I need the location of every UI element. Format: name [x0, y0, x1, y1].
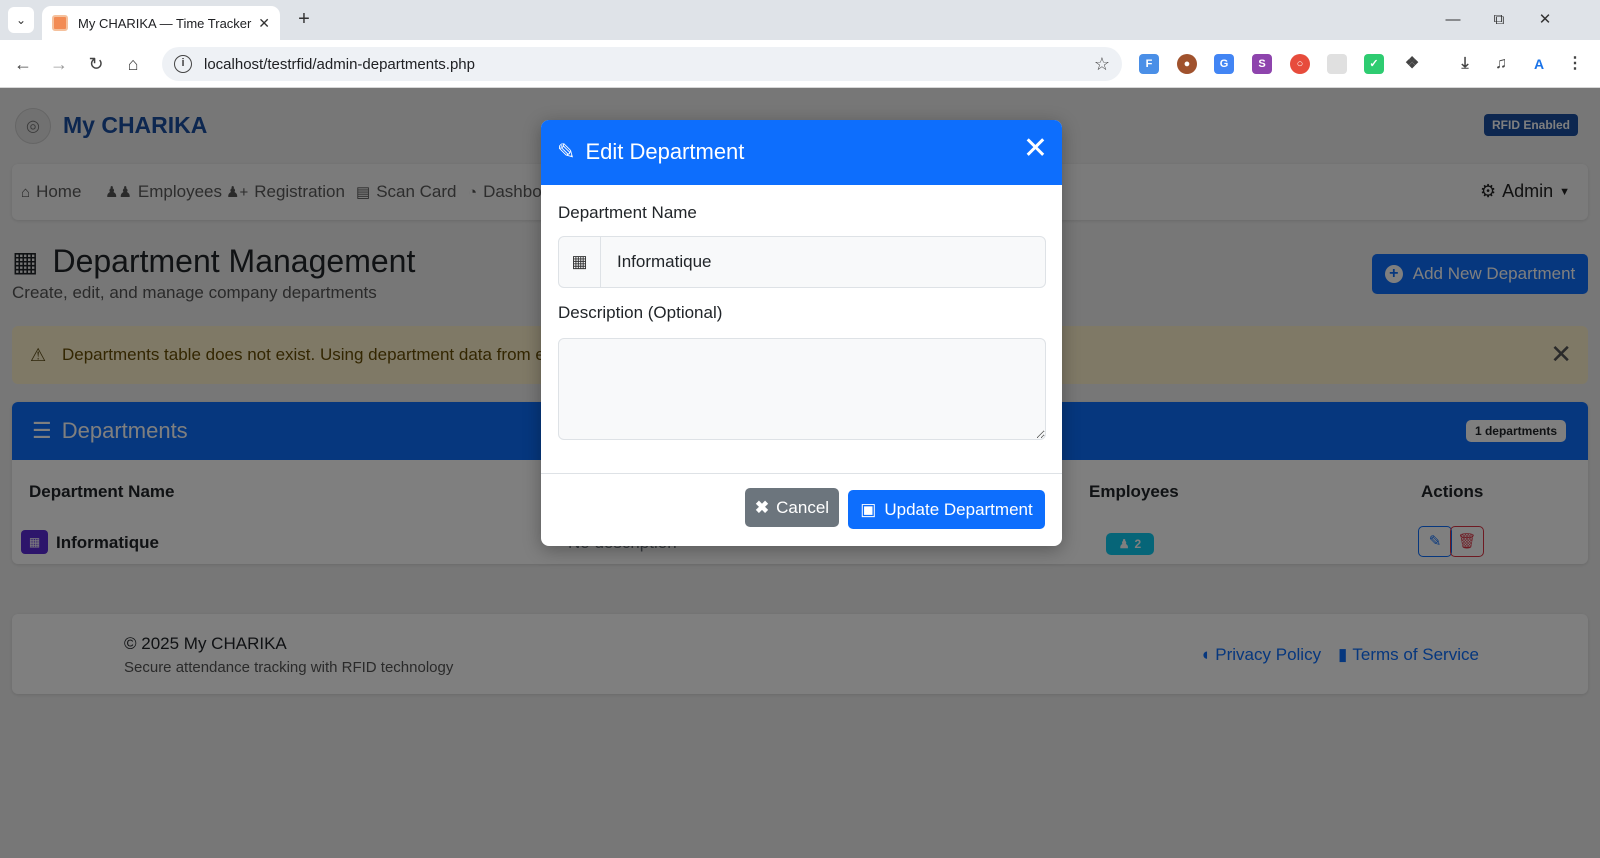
x-icon: ✖ — [754, 497, 770, 517]
url-text[interactable]: localhost/testrfid/admin-departments.php — [204, 56, 1094, 73]
download-icon[interactable]: ⤓ — [1455, 54, 1475, 74]
back-icon[interactable]: ← — [11, 52, 35, 76]
omnibox[interactable]: i localhost/testrfid/admin-departments.p… — [162, 47, 1122, 81]
edit-icon: ✎ — [557, 139, 576, 164]
address-bar-row: ← → ↻ ⌂ i localhost/testrfid/admin-depar… — [0, 40, 1600, 88]
s-extension-icon[interactable]: S — [1252, 54, 1272, 74]
cookie-extension-icon[interactable]: ● — [1177, 54, 1197, 74]
bookmark-star-icon[interactable]: ☆ — [1094, 54, 1110, 75]
extension-icon[interactable]: F — [1139, 54, 1159, 74]
restore-icon[interactable]: ⧉ — [1476, 6, 1522, 34]
description-label: Description (Optional) — [558, 303, 723, 322]
tab-favicon-icon — [52, 15, 68, 31]
modal-close-icon[interactable]: ✕ — [1023, 134, 1048, 164]
home-browser-icon[interactable]: ⌂ — [121, 52, 145, 76]
building-icon: ▦ — [559, 236, 601, 288]
translate-extension-icon[interactable]: G — [1214, 54, 1234, 74]
update-department-button[interactable]: ▣ Update Department — [848, 490, 1045, 529]
site-info-icon[interactable]: i — [174, 55, 192, 73]
tab-search-chevron-icon[interactable]: ⌄ — [8, 7, 34, 33]
description-textarea[interactable] — [558, 338, 1046, 440]
department-name-label: Department Name — [558, 203, 697, 222]
update-department-label: Update Department — [884, 499, 1033, 519]
color-extension-icon[interactable]: ○ — [1290, 54, 1310, 74]
profile-icon[interactable]: A — [1529, 54, 1549, 74]
cancel-button[interactable]: ✖ Cancel — [745, 488, 839, 527]
save-icon: ▣ — [860, 499, 877, 519]
department-name-input[interactable] — [601, 237, 1045, 287]
shield-extension-icon[interactable]: ✓ — [1364, 54, 1384, 74]
extensions-puzzle-icon[interactable]: ❖ — [1402, 54, 1422, 74]
window-close-icon[interactable]: ✕ — [1522, 6, 1568, 34]
reload-icon[interactable]: ↻ — [84, 52, 108, 76]
tab-title: My CHARIKA — Time Tracker — [78, 15, 252, 31]
browser-tab-bar: ⌄ My CHARIKA — Time Tracker ✕ + — ⧉ ✕ — [0, 0, 1600, 40]
modal-footer-divider — [541, 473, 1062, 474]
blank-extension-icon[interactable] — [1327, 54, 1347, 74]
media-control-icon[interactable]: ♫ — [1491, 54, 1511, 74]
department-name-input-group: ▦ — [558, 236, 1046, 288]
browser-tab[interactable]: My CHARIKA — Time Tracker ✕ — [42, 6, 280, 40]
tab-close-icon[interactable]: ✕ — [258, 15, 270, 32]
modal-header: ✎ Edit Department ✕ — [541, 120, 1062, 185]
modal-title: ✎ Edit Department — [557, 139, 744, 165]
minimize-icon[interactable]: — — [1430, 6, 1476, 34]
forward-icon[interactable]: → — [47, 52, 71, 76]
new-tab-icon[interactable]: + — [292, 8, 316, 32]
modal-title-text: Edit Department — [585, 139, 745, 164]
cancel-label: Cancel — [776, 497, 830, 517]
edit-department-modal: ✎ Edit Department ✕ Department Name ▦ De… — [541, 120, 1062, 546]
browser-menu-icon[interactable]: ⋮ — [1565, 54, 1585, 74]
